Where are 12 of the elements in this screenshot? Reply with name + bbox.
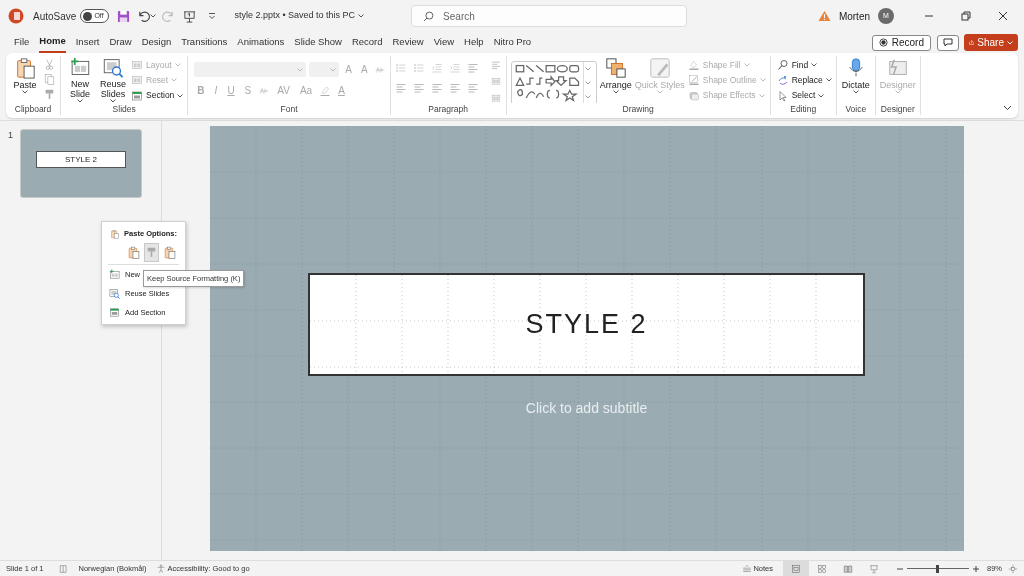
group-label: Paragraph (428, 102, 469, 116)
slide-number: 1 (8, 129, 13, 142)
group-label: Editing (790, 102, 817, 116)
autosave-label: AutoSave (33, 9, 77, 24)
thumbnail-title: STYLE 2 (36, 151, 126, 168)
group-label: Slides (112, 102, 136, 116)
group-label: Font (280, 102, 298, 116)
group-label: Voice (845, 102, 867, 116)
group-label: Drawing (622, 102, 654, 116)
group-label: Clipboard (14, 102, 52, 116)
slide-title: STYLE 2 (525, 308, 648, 342)
group-label: Designer (880, 102, 915, 116)
